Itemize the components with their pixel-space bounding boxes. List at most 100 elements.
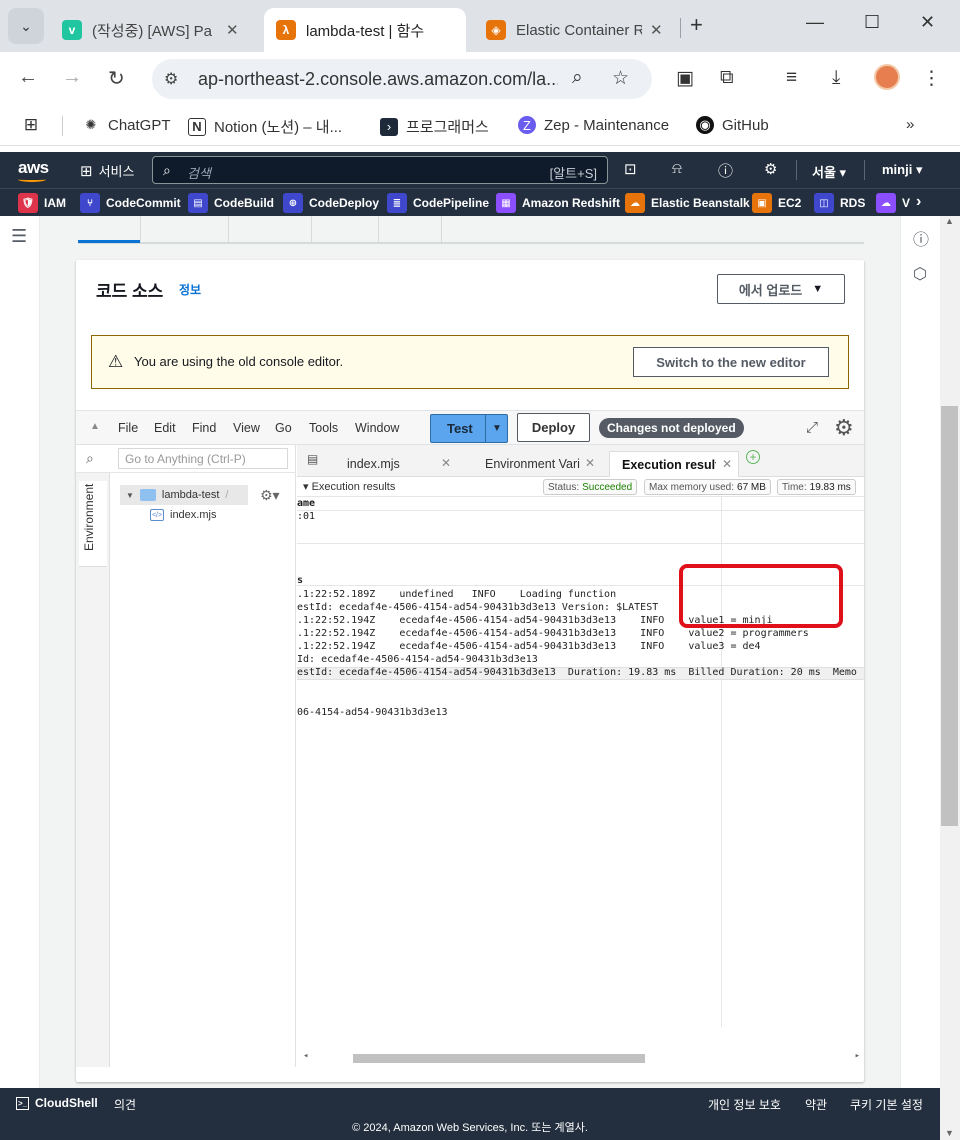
favorite-ec2[interactable]: ▣ EC2 bbox=[752, 193, 801, 213]
zoom-search-icon[interactable]: ⌕ bbox=[572, 67, 583, 89]
favorite-codedeploy[interactable]: ⊕ CodeDeploy bbox=[283, 193, 379, 213]
favorite-beanstalk[interactable]: ☁ Elastic Beanstalk bbox=[625, 193, 750, 213]
window-close-icon[interactable]: ✕ bbox=[920, 12, 935, 33]
fullscreen-icon[interactable]: ⤢ bbox=[806, 419, 818, 436]
environment-panel-tab[interactable]: Environment bbox=[76, 473, 110, 1067]
maximize-icon[interactable]: ☐ bbox=[864, 12, 880, 33]
scroll-down-icon[interactable]: ▼ bbox=[945, 1128, 954, 1138]
site-settings-icon[interactable]: ⚙ bbox=[164, 69, 178, 89]
output-horizontal-scrollbar[interactable]: ◂ ▸ bbox=[297, 1051, 864, 1065]
menu-file[interactable]: File bbox=[118, 421, 138, 435]
test-button[interactable]: Test ▼ bbox=[430, 414, 508, 443]
region-selector[interactable]: 서울 ▾ bbox=[812, 162, 846, 181]
bookmark-chatgpt[interactable]: ✺ ChatGPT bbox=[82, 116, 171, 134]
bookmark-github[interactable]: ◉ GitHub bbox=[696, 116, 769, 134]
file-tab-env-vars[interactable]: Environment Vari ✕ bbox=[473, 451, 601, 477]
page-scrollbar[interactable]: ▲ ▼ bbox=[940, 216, 960, 1140]
switch-editor-button[interactable]: Switch to the new editor bbox=[633, 347, 829, 377]
back-arrow-icon[interactable]: ← bbox=[18, 66, 38, 89]
close-icon[interactable]: ✕ bbox=[226, 21, 239, 39]
browser-tab-2-active[interactable]: λ lambda-test | 함수 bbox=[264, 8, 466, 52]
deploy-button[interactable]: Deploy bbox=[517, 413, 590, 442]
profile-avatar[interactable] bbox=[874, 64, 900, 90]
help-icon[interactable]: ⓘ bbox=[718, 160, 733, 181]
new-tab-plus-icon[interactable]: + bbox=[690, 12, 703, 38]
tree-file-index-mjs[interactable]: </> index.mjs bbox=[150, 509, 216, 521]
more-bookmarks-icon[interactable]: » bbox=[906, 116, 914, 133]
menu-edit[interactable]: Edit bbox=[154, 421, 176, 435]
scrollbar-thumb[interactable] bbox=[353, 1054, 645, 1063]
tab-search-button[interactable]: ⌄ bbox=[8, 8, 44, 44]
file-tab-index[interactable]: index.mjs ✕ bbox=[335, 451, 457, 477]
minimize-icon[interactable]: — bbox=[806, 12, 824, 33]
bookmark-programmers[interactable]: › 프로그래머스 bbox=[380, 116, 489, 137]
cloudshell-button[interactable]: >_ CloudShell bbox=[16, 1096, 98, 1110]
assistant-hexagon-icon[interactable]: ⬡ bbox=[913, 264, 927, 284]
reload-icon[interactable]: ↻ bbox=[108, 66, 125, 91]
favorite-codepipeline[interactable]: ≣ CodePipeline bbox=[387, 193, 489, 213]
address-bar[interactable]: ⚙ ap-northeast-2.console.aws.amazon.com/… bbox=[152, 59, 652, 99]
favorites-scroll-right-icon[interactable]: › bbox=[916, 193, 921, 211]
bookmark-zep[interactable]: Z Zep - Maintenance bbox=[518, 116, 669, 134]
aws-logo[interactable]: aws bbox=[18, 158, 49, 182]
browser-tab-1[interactable]: v (작성중) [AWS] Pa ✕ bbox=[50, 8, 251, 52]
favorite-iam[interactable]: 🛡 IAM bbox=[18, 193, 66, 213]
page-scrollbar-thumb[interactable] bbox=[941, 406, 958, 826]
terms-link[interactable]: 약관 bbox=[805, 1096, 827, 1113]
kebab-menu-icon[interactable]: ⋮ bbox=[922, 67, 941, 90]
hamburger-menu-icon[interactable]: ☰ bbox=[11, 226, 27, 247]
browser-tab-3[interactable]: ◈ Elastic Container R ✕ bbox=[474, 8, 675, 52]
feedback-link[interactable]: 의견 bbox=[114, 1096, 136, 1113]
bookmark-notion[interactable]: N Notion (노션) – 내... bbox=[188, 116, 342, 137]
account-menu[interactable]: minji ▾ bbox=[882, 162, 922, 178]
media-queue-icon[interactable]: ≡ bbox=[786, 67, 797, 89]
settings-gear-icon[interactable]: ⚙ bbox=[764, 160, 777, 178]
close-icon[interactable]: ✕ bbox=[650, 21, 663, 39]
menu-window[interactable]: Window bbox=[355, 421, 399, 435]
ide-settings-gear-icon[interactable]: ⚙ bbox=[834, 415, 854, 441]
results-title[interactable]: ▾ Execution results bbox=[303, 480, 395, 493]
services-menu[interactable]: ⊞ 서비스 bbox=[80, 161, 134, 180]
download-icon[interactable]: ⤓ bbox=[832, 67, 840, 89]
cloudshell-icon[interactable]: ⊡ bbox=[624, 160, 637, 178]
upload-from-button[interactable]: 에서 업로드 ▼ bbox=[717, 274, 845, 304]
tab-list-icon[interactable]: ▤ bbox=[307, 452, 318, 466]
favorite-codebuild[interactable]: ▤ CodeBuild bbox=[188, 193, 274, 213]
scroll-up-icon[interactable]: ▲ bbox=[945, 216, 954, 226]
file-tab-execution-results[interactable]: Execution results ✕ bbox=[609, 451, 739, 477]
test-dropdown-icon[interactable]: ▼ bbox=[485, 415, 508, 442]
favorite-rds[interactable]: ◫ RDS bbox=[814, 193, 865, 213]
scroll-right-icon[interactable]: ▸ bbox=[855, 1051, 860, 1061]
expand-arrow-icon[interactable]: ▼ bbox=[126, 491, 134, 500]
info-link[interactable]: 정보 bbox=[179, 281, 201, 298]
tree-settings-gear-icon[interactable]: ⚙▾ bbox=[260, 487, 280, 504]
close-icon[interactable]: ✕ bbox=[585, 456, 595, 470]
cookie-preferences-link[interactable]: 쿠키 기본 설정 bbox=[850, 1096, 923, 1113]
url-text[interactable]: ap-northeast-2.console.aws.amazon.com/la… bbox=[198, 69, 558, 90]
forward-arrow-icon[interactable]: → bbox=[62, 66, 82, 89]
tree-folder-lambda-test[interactable]: ▼ lambda-test / bbox=[120, 485, 248, 505]
extension-box-icon[interactable]: ▣ bbox=[676, 67, 694, 90]
scroll-left-icon[interactable]: ◂ bbox=[303, 1051, 308, 1061]
red-annotation-box bbox=[679, 564, 843, 628]
privacy-link[interactable]: 개인 정보 보호 bbox=[708, 1096, 781, 1113]
menu-tools[interactable]: Tools bbox=[309, 421, 338, 435]
goto-anything-input[interactable]: Go to Anything (Ctrl-P) bbox=[118, 448, 288, 469]
info-icon[interactable]: ⓘ bbox=[913, 226, 929, 250]
bookmark-star-icon[interactable]: ☆ bbox=[612, 67, 629, 90]
menu-go[interactable]: Go bbox=[275, 421, 292, 435]
add-tab-plus-icon[interactable]: + bbox=[746, 450, 760, 464]
close-icon[interactable]: ✕ bbox=[722, 457, 732, 471]
aws-search-input[interactable]: ⌕ 검색 [알트+S] bbox=[152, 156, 608, 184]
apps-grid-icon[interactable]: ⊞ bbox=[22, 115, 48, 134]
menu-view[interactable]: View bbox=[233, 421, 260, 435]
collapse-triangle-icon[interactable]: ▲ bbox=[90, 421, 100, 432]
favorite-redshift[interactable]: ▦ Amazon Redshift bbox=[496, 193, 620, 213]
favorite-v[interactable]: ☁ V bbox=[876, 193, 910, 213]
close-icon[interactable]: ✕ bbox=[441, 456, 451, 470]
favorite-codecommit[interactable]: ⑂ CodeCommit bbox=[80, 193, 181, 213]
menu-find[interactable]: Find bbox=[192, 421, 216, 435]
notifications-bell-icon[interactable]: ⍾ bbox=[672, 160, 682, 177]
puzzle-extensions-icon[interactable]: ⧉ bbox=[720, 67, 734, 89]
grid-icon: ⊞ bbox=[80, 162, 93, 180]
